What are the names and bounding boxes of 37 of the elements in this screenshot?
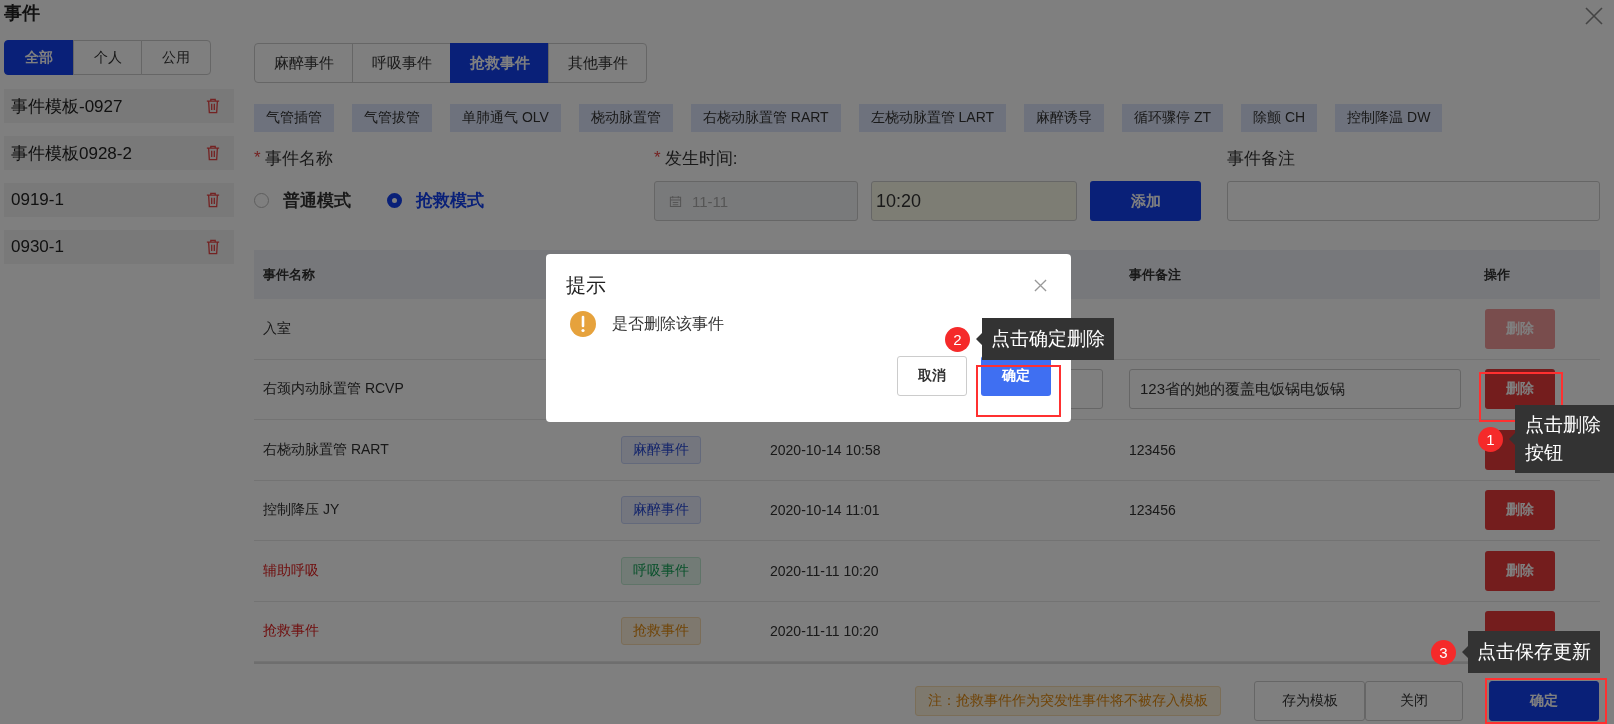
event-type-tag: 麻醉事件 — [621, 435, 701, 464]
callout-tooltip: 点击删除按钮 — [1509, 405, 1614, 473]
event-name: 右颈内动脉置管 RCVP — [263, 380, 404, 399]
notice-text: 注：抢救事件作为突发性事件将不被存入模板 — [915, 686, 1221, 716]
callout-tooltip: 点击确定删除 — [976, 318, 1114, 360]
event-name: 抢救事件 — [263, 622, 319, 641]
field-label: 事件备注 — [1227, 147, 1295, 170]
template-name: 事件模板-0927 — [11, 95, 123, 118]
dialog-message: 是否删除该事件 — [612, 313, 724, 334]
event-time: 2020-10-14 11:01 — [770, 502, 880, 519]
event-remark: 123456 — [1129, 502, 1176, 519]
event-time: 2020-11-11 10:20 — [770, 562, 879, 579]
event-type-tag: 抢救事件 — [621, 617, 701, 646]
event-time: 2020-10-14 10:58 — [770, 441, 881, 458]
field-label: 事件名称 — [264, 147, 333, 170]
event-name: 控制降压 JY — [263, 501, 340, 520]
field-label: 发生时间: — [664, 147, 738, 170]
column-header: 事件名称 — [262, 265, 316, 284]
required-mark: * — [654, 148, 661, 168]
step-badge: 1 — [1478, 426, 1503, 452]
event-name: 入室 — [263, 319, 291, 338]
event-type-tag: 麻醉事件 — [621, 496, 701, 525]
event-time: 2020-11-11 10:20 — [770, 623, 879, 640]
dialog-title: 提示 — [566, 272, 606, 298]
template-name: 事件模板0928-2 — [11, 142, 132, 165]
event-type-tag: 呼吸事件 — [621, 556, 701, 585]
column-header: 操作 — [1483, 265, 1511, 284]
callout-tooltip: 点击保存更新 — [1462, 631, 1600, 673]
event-remark: 123456 — [1129, 441, 1176, 458]
step-badge: 3 — [1431, 639, 1456, 665]
template-name: 0919-1 — [11, 190, 64, 210]
column-header: 事件备注 — [1128, 265, 1182, 284]
template-name: 0930-1 — [11, 237, 64, 257]
required-mark: * — [254, 148, 261, 168]
event-name: 右桡动脉置管 RART — [263, 440, 389, 459]
window-title: 事件 — [3, 2, 40, 25]
event-name: 辅助呼吸 — [263, 561, 319, 580]
